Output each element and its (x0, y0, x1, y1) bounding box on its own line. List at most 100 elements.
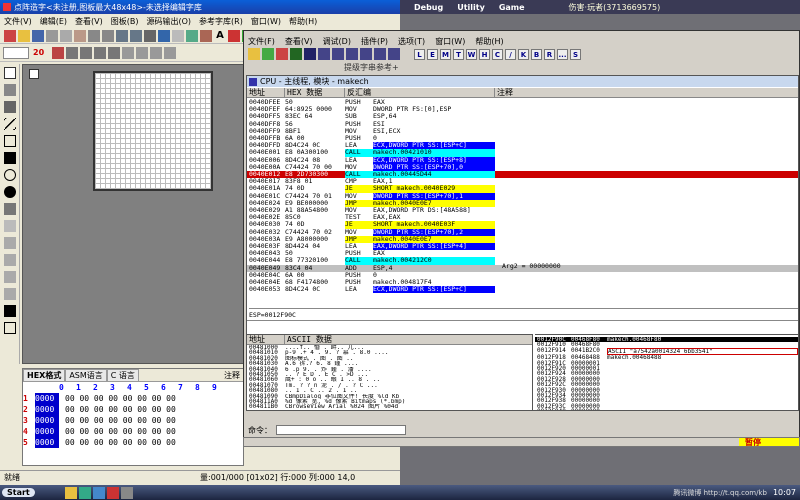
od-side-tab[interactable]: 提级字串参考+ (344, 62, 464, 73)
col-disasm[interactable]: 反汇编 (345, 88, 495, 97)
od-execute-till-return-icon[interactable] (374, 48, 386, 60)
cpu-title-bar[interactable]: CPU - 主线程, 模块 - makech (247, 76, 798, 87)
disasm-row[interactable]: 0040E043 50 PUSH EAX (247, 250, 798, 257)
od-window-button-12[interactable]: S (570, 48, 581, 60)
right-arrow-icon[interactable] (102, 29, 114, 42)
od-menu-item-5[interactable]: 窗口(W) (435, 36, 465, 47)
od-window-button-1[interactable]: E (427, 48, 438, 60)
nav-next-icon[interactable] (94, 46, 107, 59)
od-run-icon[interactable] (290, 48, 302, 60)
disasm-row[interactable]: 0040DFFD 8D4C24 0C LEA ECX,DWORD PTR SS:[ES… (247, 142, 798, 150)
od-window-button-6[interactable]: C (492, 48, 503, 60)
col-comment[interactable]: 注释 (495, 88, 798, 97)
clear-icon[interactable] (4, 322, 16, 334)
text-tool-icon[interactable]: A (214, 30, 226, 42)
disasm-row[interactable]: 0040DFF5 83EC 64 SUB ESP,64 (247, 113, 798, 120)
settings-icon[interactable] (200, 29, 212, 42)
tab-asm[interactable]: ASM语言 (65, 369, 107, 381)
nav-last-icon[interactable] (108, 46, 121, 59)
taskbar-media-icon[interactable] (78, 486, 91, 499)
undo-icon[interactable] (116, 29, 128, 42)
save-icon[interactable] (32, 29, 44, 42)
disasm-row[interactable]: 0040E024 E9 BE000000 JMP makech.0040E0E7 (247, 199, 798, 208)
disasm-row[interactable]: 0040E03F 8D4424 04 LEA EAX,DWORD PTR SS:[ES… (247, 242, 798, 251)
shift-right-icon[interactable] (4, 254, 16, 266)
od-menu-item-2[interactable]: 调试(D) (323, 36, 351, 47)
left-menu-item-4[interactable]: 源码输出(O) (146, 16, 191, 27)
rotate-left-icon[interactable] (122, 46, 135, 59)
pencil-tool-icon[interactable] (4, 84, 16, 96)
od-window-button-4[interactable]: W (466, 48, 477, 60)
taskbar-explorer-icon[interactable] (64, 486, 77, 499)
tab-debug[interactable]: Debug (414, 3, 443, 12)
disasm-row[interactable]: 0040E03A E9 A8000000 JMP makech.0040E0E7 (247, 235, 798, 244)
disasm-row[interactable]: 0040E04E 68 F4174800 PUSH makech.004817F4 (247, 278, 798, 286)
paste-icon[interactable] (74, 29, 86, 42)
od-menu-item-3[interactable]: 插件(P) (361, 36, 388, 47)
grid-icon[interactable] (172, 29, 184, 42)
left-menu-item-3[interactable]: 图板(B) (111, 16, 139, 27)
open-icon[interactable] (18, 29, 30, 42)
disasm-row[interactable]: 0040E01A 74 0D JE SHORT makech.0040E029 (247, 185, 798, 193)
od-window-button-11[interactable]: ... (557, 48, 568, 60)
tab-c[interactable]: C 语言 (106, 369, 139, 381)
taskbar-app-icon[interactable] (106, 486, 119, 499)
left-menu-item-5[interactable]: 参考字库(R) (199, 16, 243, 27)
od-window-button-5[interactable]: H (479, 48, 490, 60)
brush-tool-icon[interactable] (4, 101, 16, 113)
od-trace-into-icon[interactable] (346, 48, 358, 60)
od-close-icon[interactable] (276, 48, 288, 60)
od-window-button-3[interactable]: T (453, 48, 464, 60)
taskbar-browser-icon[interactable] (92, 486, 105, 499)
col-address[interactable]: 地址 (247, 88, 285, 97)
dump-row[interactable]: 004811B0 CBrowseView Arial %024 图片 %04d (247, 404, 532, 409)
od-trace-over-icon[interactable] (360, 48, 372, 60)
ellipse-outline-icon[interactable] (4, 169, 16, 181)
disasm-row[interactable]: 0040DFFB 6A 00 PUSH 0 (247, 134, 798, 142)
od-menu-item-0[interactable]: 文件(F) (248, 36, 275, 47)
left-title-bar[interactable]: 点阵造字<未注册,图板最大48x48>-未选择编辑字库 (0, 0, 400, 14)
tab-game[interactable]: Game (499, 3, 525, 12)
od-window-button-2[interactable]: M (440, 48, 451, 60)
disasm-row[interactable]: 0040E029 A1 88A54800 MOV EAX,DWORD PTR DS:[… (247, 206, 798, 214)
od-window-button-0[interactable]: L (414, 48, 425, 60)
new-icon[interactable] (4, 29, 16, 42)
color-icon[interactable] (228, 29, 240, 42)
disasm-row[interactable]: 0040DFF8 56 PUSH ESI (247, 120, 798, 128)
dump-col-ascii[interactable]: ASCII 数据 (285, 335, 532, 344)
copy-icon[interactable] (60, 29, 72, 42)
disasm-row[interactable]: 0040E017 83F8 01 CMP EAX,1 (247, 178, 798, 185)
od-step-over-icon[interactable] (332, 48, 344, 60)
shift-down-icon[interactable] (4, 288, 16, 300)
disasm-row[interactable]: 0040DFEF 64:8925 0000 MOV DWORD PTR FS:[0],… (247, 105, 798, 113)
mirror-icon[interactable] (164, 46, 177, 59)
disasm-row[interactable]: 0040E02E 85C0 TEST EAX,EAX (247, 214, 798, 221)
left-menu-item-7[interactable]: 帮助(H) (289, 16, 317, 27)
redo-icon[interactable] (130, 29, 142, 42)
od-window-button-10[interactable]: R (544, 48, 555, 60)
command-input[interactable] (276, 425, 406, 435)
cut-icon[interactable] (46, 29, 58, 42)
pixel-grid[interactable] (93, 71, 213, 191)
od-window-button-8[interactable]: K (518, 48, 529, 60)
tab-utility[interactable]: Utility (457, 3, 485, 12)
od-goto-icon[interactable] (388, 48, 400, 60)
canvas-size-field[interactable] (3, 46, 29, 59)
zoom-icon[interactable] (186, 29, 198, 42)
od-restart-icon[interactable] (262, 48, 274, 60)
help-icon[interactable] (158, 29, 170, 42)
rect-outline-icon[interactable] (4, 135, 16, 147)
line-tool-icon[interactable] (4, 118, 16, 130)
disasm-row[interactable]: 0040E01C C74424 70 01 MOV DWORD PTR SS:[ESP… (247, 192, 798, 200)
col-hex[interactable]: HEX 数据 (285, 88, 345, 97)
rotate-right-icon[interactable] (136, 46, 149, 59)
eraser-tool-icon[interactable] (4, 220, 16, 232)
od-step-into-icon[interactable] (318, 48, 330, 60)
left-menu-item-2[interactable]: 查看(V) (75, 16, 103, 27)
disasm-row[interactable]: 0040E04C 6A 00 PUSH 0 (247, 271, 798, 279)
disasm-row[interactable]: 0040E032 C74424 70 02 MOV DWORD PTR SS:[ESP… (247, 228, 798, 236)
od-open-icon[interactable] (248, 48, 260, 60)
font-size-field[interactable]: 20 (33, 48, 44, 57)
disasm-row[interactable]: 0040DFF9 8BF1 MOV ESI,ECX (247, 127, 798, 135)
left-arrow-icon[interactable] (88, 29, 100, 42)
